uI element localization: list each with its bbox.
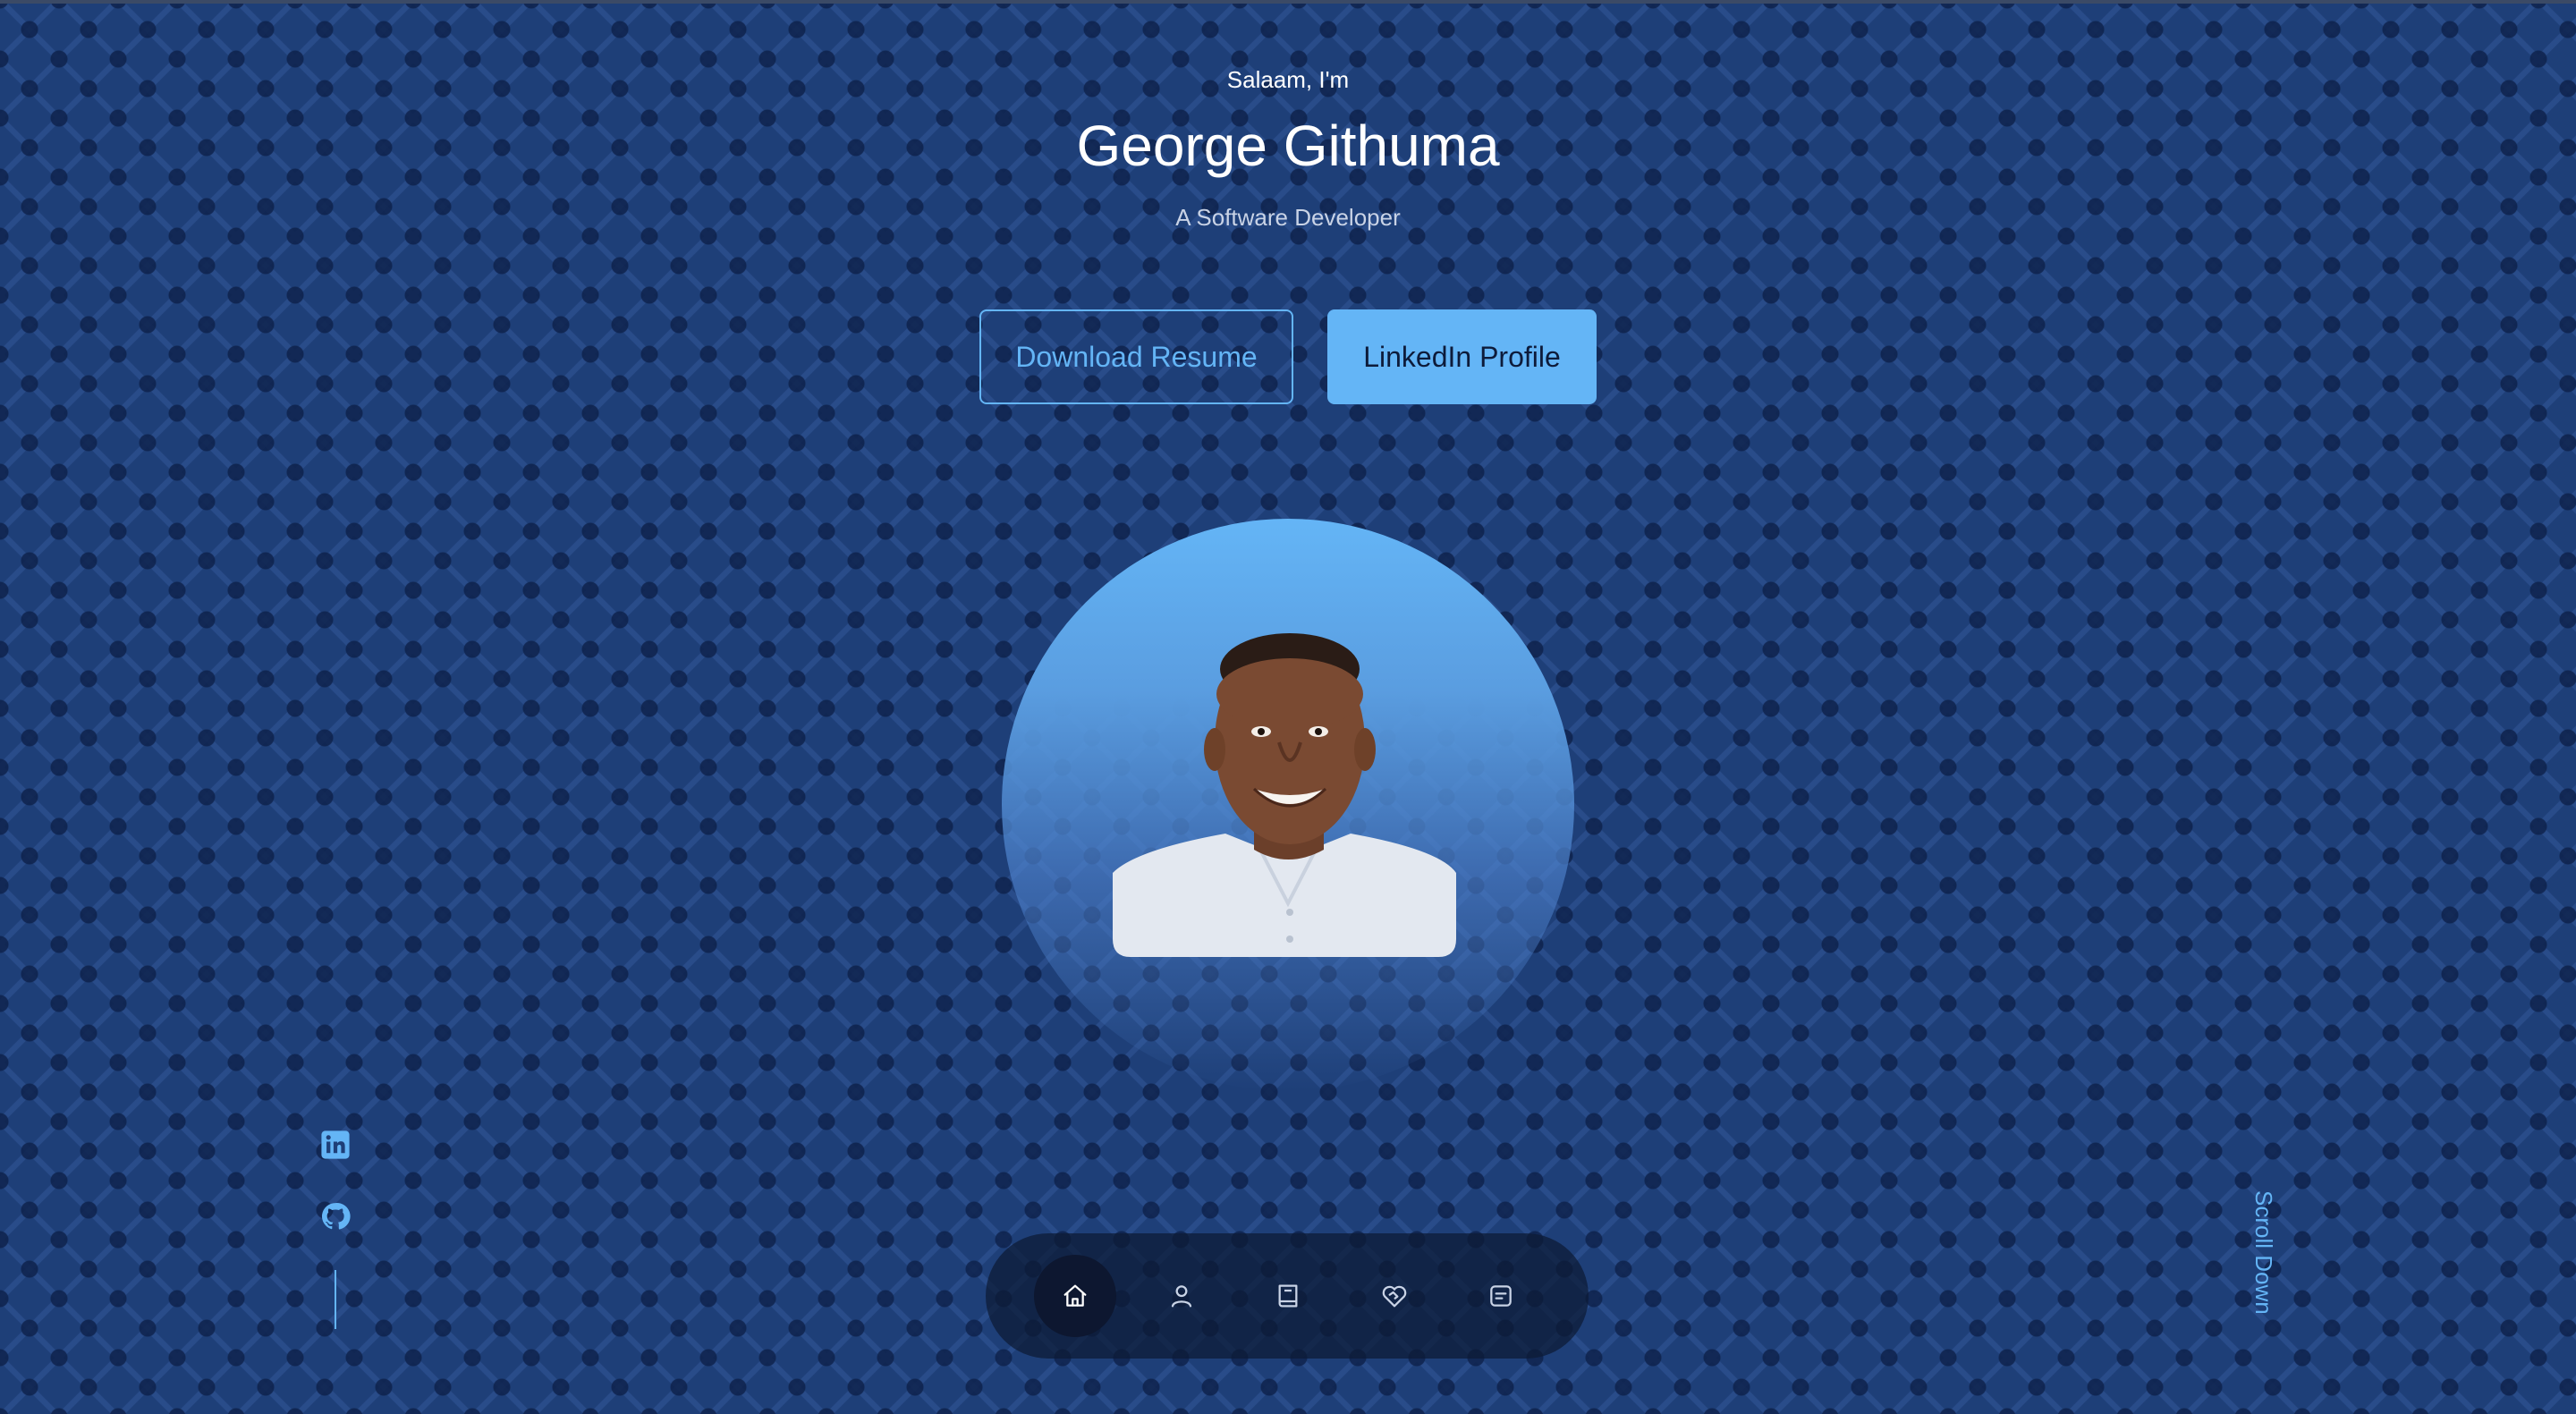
hero-name: George Githuma [1076,114,1500,178]
hero-greeting: Salaam, I'm [1226,66,1350,93]
github-social-link[interactable] [319,1200,352,1232]
home-icon [1063,1284,1087,1307]
github-icon [321,1203,351,1230]
book-icon [1278,1284,1298,1308]
nav-experience[interactable] [1247,1255,1329,1337]
scroll-down-link[interactable]: Scroll Down [2227,1181,2277,1324]
nav-contact[interactable] [1460,1255,1542,1337]
social-divider-line [335,1270,336,1329]
user-icon [1171,1285,1192,1308]
linkedin-social-link[interactable] [319,1129,352,1161]
handshake-icon [1382,1285,1407,1308]
profile-photo [1113,633,1456,957]
linkedin-icon [321,1130,350,1159]
nav-about[interactable] [1140,1255,1223,1337]
window-top-border [0,0,2576,4]
download-resume-button[interactable]: Download Resume [979,309,1293,404]
bottom-nav-dock [986,1233,1589,1359]
nav-home[interactable] [1034,1255,1116,1337]
linkedin-profile-button[interactable]: LinkedIn Profile [1327,309,1597,404]
avatar [1002,519,1574,1091]
nav-services[interactable] [1353,1255,1436,1337]
message-icon [1490,1285,1512,1307]
hero-role: A Software Developer [1175,204,1401,231]
